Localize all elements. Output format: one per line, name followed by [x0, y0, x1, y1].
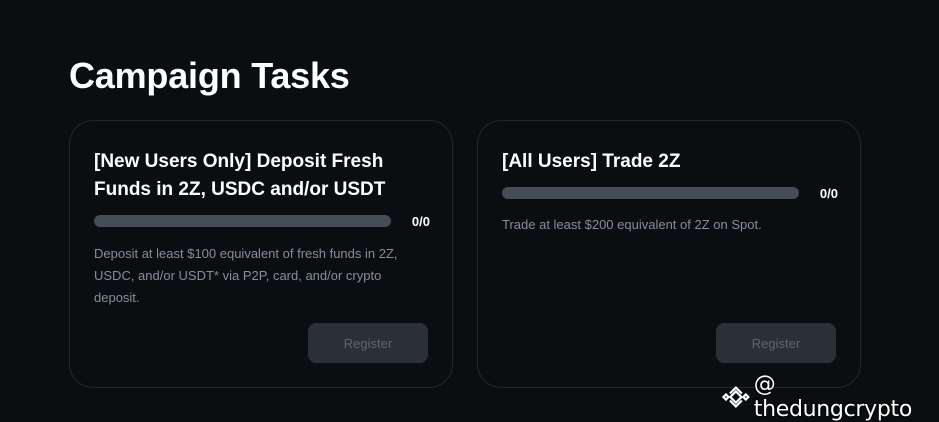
watermark-text: @ thedungcrypto — [753, 372, 913, 422]
watermark: @ thedungcrypto — [722, 372, 939, 422]
section-title: Campaign Tasks — [69, 55, 350, 96]
task-progress-count: 0/0 — [819, 186, 838, 201]
task-title: [New Users Only] Deposit Fresh Funds in … — [94, 151, 386, 200]
task-description: Trade at least $200 equivalent of 2Z on … — [502, 217, 762, 232]
register-button[interactable]: Register — [716, 323, 836, 363]
task-progress-bar — [94, 215, 391, 227]
task-card-deposit: [New Users Only] Deposit Fresh Funds in … — [69, 120, 453, 388]
task-progress-bar — [502, 187, 799, 199]
register-button[interactable]: Register — [308, 323, 428, 363]
task-card-trade: [All Users] Trade 2Z 0/0 Trade at least … — [477, 120, 861, 388]
task-progress-count: 0/0 — [411, 214, 430, 229]
binance-logo-icon — [722, 386, 750, 408]
campaign-tasks-page: Campaign Tasks [New Users Only] Deposit … — [0, 0, 939, 422]
task-title: [All Users] Trade 2Z — [502, 151, 681, 172]
task-description: Deposit at least $100 equivalent of fres… — [94, 246, 398, 305]
